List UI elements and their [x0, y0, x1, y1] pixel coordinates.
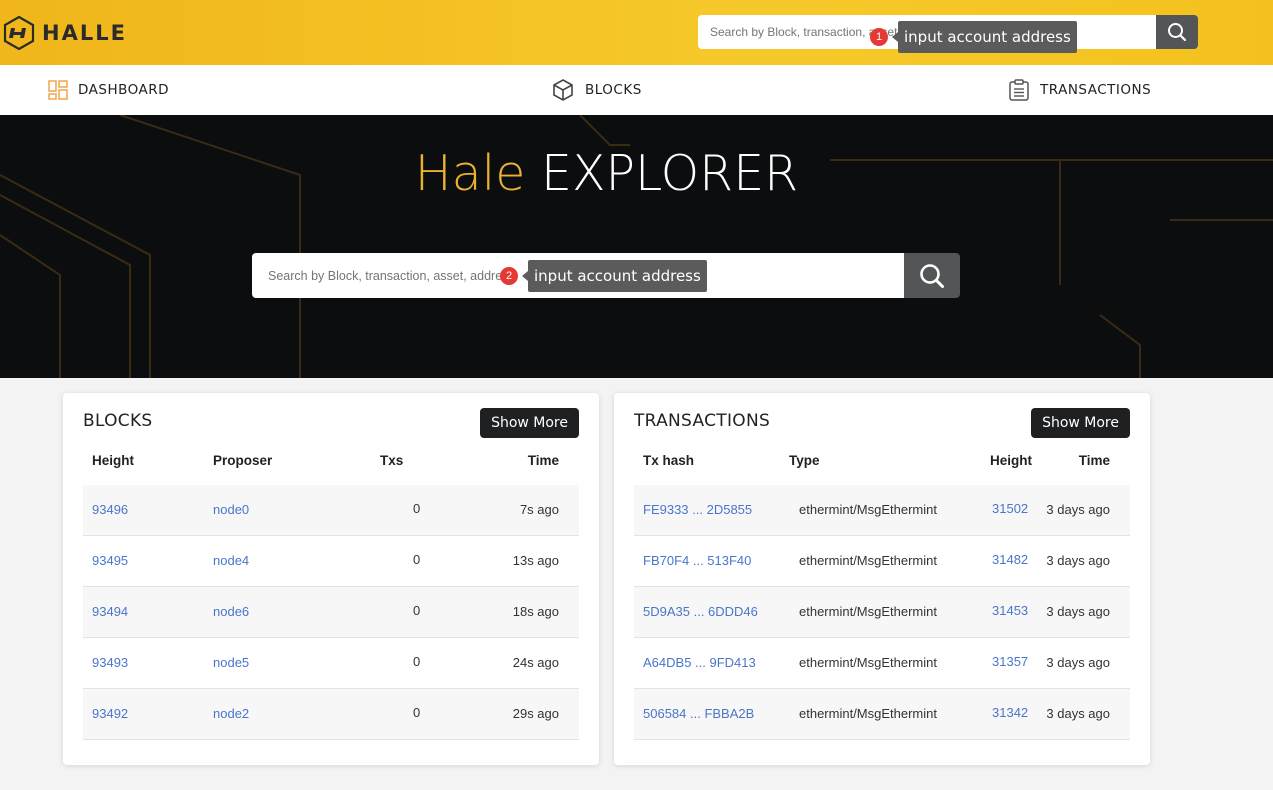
- annotation-callout-2: 2 input account address: [500, 260, 707, 292]
- tx-time: 3 days ago: [1046, 502, 1110, 517]
- annotation-tooltip: input account address: [892, 21, 1077, 53]
- table-row[interactable]: 93495 node4 0 13s ago: [83, 536, 579, 587]
- transactions-card: TRANSACTIONS Show More Tx hash Type Heig…: [614, 393, 1150, 765]
- hero-search-button[interactable]: [904, 253, 960, 298]
- nav-label-transactions: TRANSACTIONS: [1040, 82, 1152, 98]
- table-row[interactable]: 93492 node2 0 29s ago: [83, 689, 579, 740]
- proposer-link[interactable]: node6: [213, 587, 249, 637]
- tx-height-link[interactable]: 31482: [992, 535, 1028, 585]
- table-row[interactable]: 506584 ... FBBA2B ethermint/MsgEthermint 3…: [634, 689, 1130, 740]
- search-icon: [1168, 23, 1187, 42]
- tx-time: 3 days ago: [1046, 604, 1110, 619]
- tx-height-link[interactable]: 31453: [992, 586, 1028, 636]
- proposer-link[interactable]: node5: [213, 638, 249, 688]
- block-height-link[interactable]: 93492: [92, 689, 128, 739]
- search-icon: [920, 263, 944, 288]
- block-time: 29s ago: [512, 706, 559, 721]
- nav-item-dashboard[interactable]: DASHBOARD: [48, 65, 169, 115]
- column-header-proposer: Proposer: [213, 453, 273, 468]
- table-row[interactable]: 93496 node0 0 7s ago: [83, 485, 579, 536]
- annotation-callout-1: 1 input account address: [870, 21, 1077, 53]
- tx-type: ethermint/MsgEthermint: [799, 706, 937, 721]
- hero-title-rest: EXPLORER: [525, 145, 799, 202]
- dashboard-icon: [48, 80, 68, 100]
- tx-type: ethermint/MsgEthermint: [799, 502, 937, 517]
- nav-label-blocks: BLOCKS: [585, 82, 642, 98]
- tx-hash-link[interactable]: A64DB5 ... 9FD413: [643, 638, 756, 688]
- blocks-table-header: Height Proposer Txs Time: [83, 445, 579, 486]
- column-header-height: Height: [92, 453, 134, 468]
- column-header-txs: Txs: [380, 453, 404, 468]
- txs-count: 0: [413, 603, 421, 618]
- table-row[interactable]: 93493 node5 0 24s ago: [83, 638, 579, 689]
- table-row[interactable]: 93494 node6 0 18s ago: [83, 587, 579, 638]
- nav-item-blocks[interactable]: BLOCKS: [551, 65, 642, 115]
- blocks-card: BLOCKS Show More Height Proposer Txs Tim…: [63, 393, 599, 765]
- tx-time: 3 days ago: [1046, 553, 1110, 568]
- column-header-height: Height: [990, 453, 1032, 468]
- block-time: 13s ago: [512, 553, 559, 568]
- tx-time: 3 days ago: [1046, 706, 1110, 721]
- nav-label-dashboard: DASHBOARD: [78, 82, 170, 98]
- top-bar: HALLE: [0, 0, 1273, 65]
- tx-type: ethermint/MsgEthermint: [799, 553, 937, 568]
- column-header-tx-hash: Tx hash: [643, 453, 695, 468]
- nav-item-transactions[interactable]: TRANSACTIONS: [1008, 65, 1151, 115]
- tx-hash-link[interactable]: FE9333 ... 2D5855: [643, 485, 752, 535]
- block-height-link[interactable]: 93494: [92, 587, 128, 637]
- cube-icon: [553, 79, 573, 101]
- txs-count: 0: [413, 705, 421, 720]
- block-height-link[interactable]: 93493: [92, 638, 128, 688]
- table-row[interactable]: A64DB5 ... 9FD413 ethermint/MsgEthermint 3…: [634, 638, 1130, 689]
- tx-hash-link[interactable]: 506584 ... FBBA2B: [643, 689, 754, 739]
- transactions-table-header: Tx hash Type Height Time: [634, 445, 1130, 486]
- column-header-type: Type: [789, 453, 820, 468]
- blocks-show-more-button[interactable]: Show More: [480, 408, 579, 438]
- txs-count: 0: [413, 552, 421, 567]
- annotation-tooltip: input account address: [522, 260, 707, 292]
- halle-logo-icon: [3, 16, 35, 50]
- hero-title-accent: Hale: [414, 145, 526, 202]
- logo-text: HALLE: [42, 21, 127, 45]
- txs-count: 0: [413, 501, 421, 516]
- annotation-badge: 1: [870, 28, 888, 46]
- block-time: 24s ago: [512, 655, 559, 670]
- tx-time: 3 days ago: [1046, 655, 1110, 670]
- table-row[interactable]: FE9333 ... 2D5855 ethermint/MsgEthermint 3…: [634, 485, 1130, 536]
- header-search-button[interactable]: [1156, 15, 1198, 49]
- hero-title: Hale EXPLORER: [0, 145, 1213, 202]
- logo[interactable]: HALLE: [2, 15, 127, 51]
- block-height-link[interactable]: 93496: [92, 485, 128, 535]
- column-header-time: Time: [1078, 453, 1110, 468]
- tx-height-link[interactable]: 31342: [992, 688, 1028, 738]
- tx-hash-link[interactable]: 5D9A35 ... 6DDD46: [643, 587, 758, 637]
- blocks-title: BLOCKS: [83, 411, 153, 431]
- block-time: 7s ago: [519, 502, 559, 517]
- tx-height-link[interactable]: 31357: [992, 637, 1028, 687]
- hero-banner: Hale EXPLORER: [0, 115, 1273, 378]
- annotation-badge: 2: [500, 267, 518, 285]
- txs-count: 0: [413, 654, 421, 669]
- tx-type: ethermint/MsgEthermint: [799, 655, 937, 670]
- clipboard-list-icon: [1009, 79, 1029, 101]
- tx-type: ethermint/MsgEthermint: [799, 604, 937, 619]
- main-nav: DASHBOARD BLOCKS TRANSACTIONS: [0, 65, 1273, 115]
- table-row[interactable]: FB70F4 ... 513F40 ethermint/MsgEthermint 3…: [634, 536, 1130, 587]
- column-header-time: Time: [527, 453, 559, 468]
- proposer-link[interactable]: node0: [213, 485, 249, 535]
- table-row[interactable]: 5D9A35 ... 6DDD46 ethermint/MsgEthermint 3…: [634, 587, 1130, 638]
- tx-height-link[interactable]: 31502: [992, 484, 1028, 534]
- block-time: 18s ago: [512, 604, 559, 619]
- transactions-show-more-button[interactable]: Show More: [1031, 408, 1130, 438]
- block-height-link[interactable]: 93495: [92, 536, 128, 586]
- tx-hash-link[interactable]: FB70F4 ... 513F40: [643, 536, 751, 586]
- proposer-link[interactable]: node4: [213, 536, 249, 586]
- proposer-link[interactable]: node2: [213, 689, 249, 739]
- transactions-title: TRANSACTIONS: [634, 411, 771, 431]
